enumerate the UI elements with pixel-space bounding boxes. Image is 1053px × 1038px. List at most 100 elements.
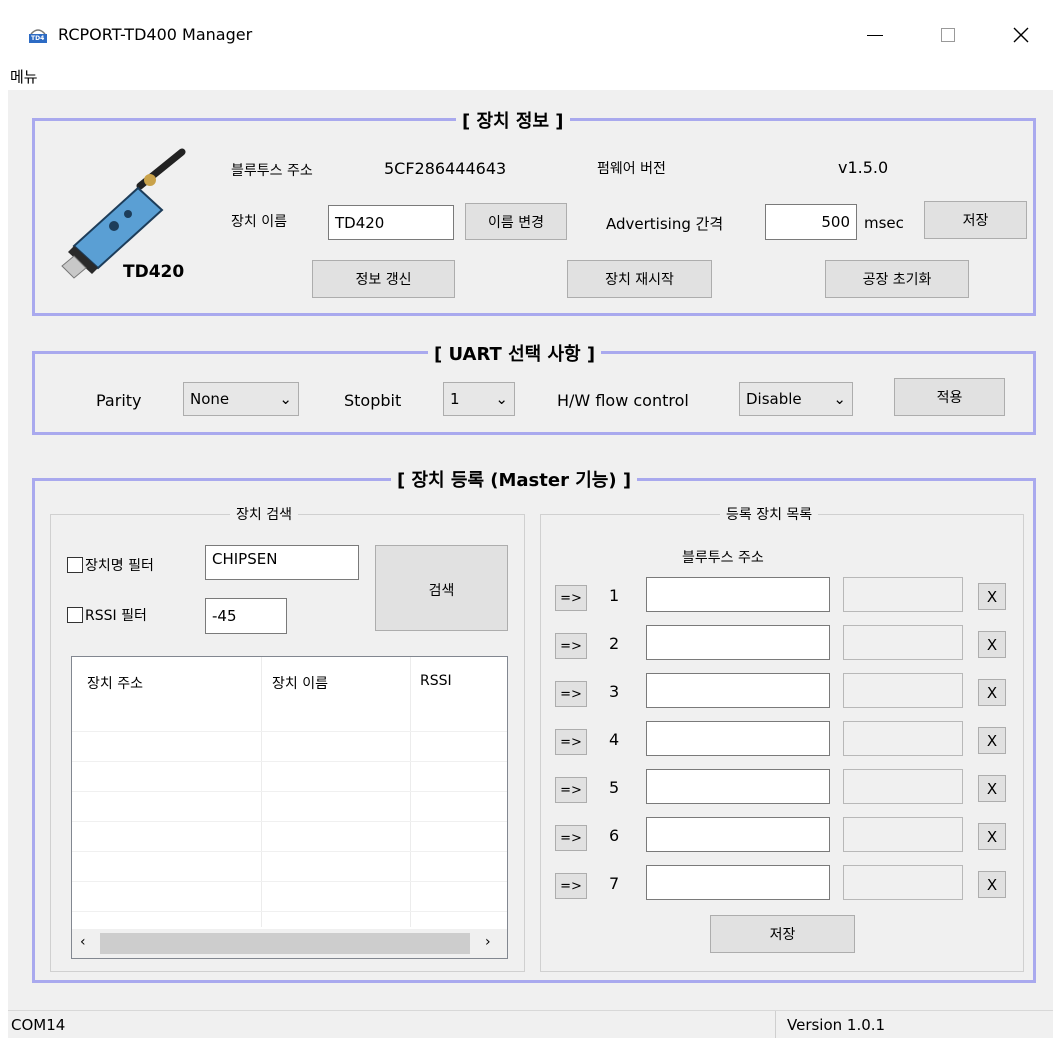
chevron-down-icon: ⌄	[495, 390, 508, 408]
row-index: 2	[609, 634, 620, 653]
factory-reset-button[interactable]: 공장 초기화	[825, 260, 969, 298]
rssi-filter-input[interactable]: -45	[205, 598, 287, 634]
flow-control-select[interactable]: Disable ⌄	[739, 382, 853, 416]
scroll-left-icon[interactable]: ‹	[80, 934, 86, 950]
remove-button[interactable]: X	[978, 823, 1006, 850]
firmware-value: v1.5.0	[838, 158, 889, 177]
select-arrow-button[interactable]: =>	[555, 777, 587, 803]
adv-interval-input[interactable]: 500	[765, 204, 857, 240]
uart-apply-button[interactable]: 적용	[894, 378, 1005, 416]
name-filter-input[interactable]: CHIPSEN	[205, 545, 359, 580]
chevron-down-icon: ⌄	[279, 390, 292, 408]
menu-bar: 메뉴	[8, 62, 1053, 90]
registered-devices-title: 등록 장치 목록	[720, 504, 819, 524]
row-divider	[72, 881, 507, 882]
row-index: 1	[609, 586, 620, 605]
rssi-filter-label: RSSI 필터	[85, 608, 147, 624]
registered-name-field	[843, 865, 963, 900]
column-header[interactable]: 장치 주소	[87, 673, 143, 693]
row-divider	[72, 851, 507, 852]
registered-address-input[interactable]	[646, 673, 830, 708]
column-divider	[261, 657, 262, 927]
status-bar: COM14 Version 1.0.1	[8, 1010, 1053, 1038]
row-index: 3	[609, 682, 620, 701]
registered-name-field	[843, 721, 963, 756]
remove-button[interactable]: X	[978, 775, 1006, 802]
registered-name-field	[843, 577, 963, 612]
maximize-button[interactable]	[933, 20, 963, 50]
select-arrow-button[interactable]: =>	[555, 585, 587, 611]
row-divider	[72, 791, 507, 792]
status-divider	[775, 1011, 776, 1038]
uart-title: [ UART 선택 사항 ]	[428, 340, 602, 366]
chevron-down-icon: ⌄	[833, 390, 846, 408]
device-search-title: 장치 검색	[230, 504, 298, 524]
registered-name-field	[843, 625, 963, 660]
registered-name-field	[843, 817, 963, 852]
search-results-list[interactable]: 장치 주소 장치 이름 RSSI ‹ ›	[71, 656, 508, 959]
row-divider	[72, 911, 507, 912]
registered-address-header: 블루투스 주소	[682, 550, 764, 566]
registered-address-input[interactable]	[646, 625, 830, 660]
registered-address-input[interactable]	[646, 577, 830, 612]
menu-item[interactable]: 메뉴	[10, 66, 38, 87]
column-header[interactable]: RSSI	[420, 673, 452, 689]
row-divider	[72, 731, 507, 732]
flow-control-label: H/W flow control	[557, 391, 689, 410]
registered-address-input[interactable]	[646, 817, 830, 852]
name-filter-checkbox[interactable]	[67, 557, 83, 573]
minimize-button[interactable]	[860, 20, 890, 50]
adv-save-button[interactable]: 저장	[924, 201, 1027, 239]
registered-address-input[interactable]	[646, 721, 830, 756]
parity-label: Parity	[96, 391, 142, 410]
device-name-input[interactable]: TD420	[328, 205, 454, 240]
remove-button[interactable]: X	[978, 679, 1006, 706]
registered-address-input[interactable]	[646, 769, 830, 804]
column-divider	[410, 657, 411, 927]
bt-address-value: 5CF286444643	[384, 159, 507, 178]
stopbit-select[interactable]: 1 ⌄	[443, 382, 515, 416]
remove-button[interactable]: X	[978, 631, 1006, 658]
select-arrow-button[interactable]: =>	[555, 681, 587, 707]
horizontal-scrollbar[interactable]: ‹ ›	[72, 929, 507, 958]
registered-name-field	[843, 769, 963, 804]
registered-address-input[interactable]	[646, 865, 830, 900]
bt-address-label: 블루투스 주소	[231, 163, 313, 179]
device-info-title: [ 장치 정보 ]	[456, 107, 570, 133]
row-index: 5	[609, 778, 620, 797]
scroll-right-icon[interactable]: ›	[485, 934, 491, 950]
select-arrow-button[interactable]: =>	[555, 825, 587, 851]
device-name-label: 장치 이름	[231, 214, 287, 230]
remove-button[interactable]: X	[978, 727, 1006, 754]
restart-device-button[interactable]: 장치 재시작	[567, 260, 712, 298]
select-arrow-button[interactable]: =>	[555, 729, 587, 755]
minimize-icon	[867, 35, 883, 36]
rssi-filter-checkbox[interactable]	[67, 607, 83, 623]
parity-select[interactable]: None ⌄	[183, 382, 299, 416]
registered-save-button[interactable]: 저장	[710, 915, 855, 953]
close-button[interactable]	[1006, 20, 1036, 50]
row-divider	[72, 761, 507, 762]
row-divider	[72, 821, 507, 822]
maximize-icon	[941, 28, 955, 42]
window-title: RCPORT-TD400 Manager	[58, 25, 253, 44]
product-name: TD420	[123, 262, 185, 282]
row-index: 4	[609, 730, 620, 749]
status-port: COM14	[11, 1016, 66, 1034]
name-filter-label: 장치명 필터	[85, 558, 154, 574]
status-version: Version 1.0.1	[787, 1016, 886, 1034]
select-arrow-button[interactable]: =>	[555, 633, 587, 659]
close-icon	[1013, 27, 1029, 43]
row-index: 7	[609, 874, 620, 893]
remove-button[interactable]: X	[978, 583, 1006, 610]
refresh-info-button[interactable]: 정보 갱신	[312, 260, 455, 298]
rename-button[interactable]: 이름 변경	[465, 203, 567, 240]
select-arrow-button[interactable]: =>	[555, 873, 587, 899]
column-header[interactable]: 장치 이름	[272, 673, 328, 693]
scrollbar-thumb[interactable]	[100, 933, 470, 954]
remove-button[interactable]: X	[978, 871, 1006, 898]
title-bar: TD4 RCPORT-TD400 Manager	[8, 8, 1053, 62]
search-button[interactable]: 검색	[375, 545, 508, 631]
firmware-label: 펌웨어 버전	[597, 161, 666, 177]
adv-interval-label: Advertising 간격	[606, 215, 724, 233]
